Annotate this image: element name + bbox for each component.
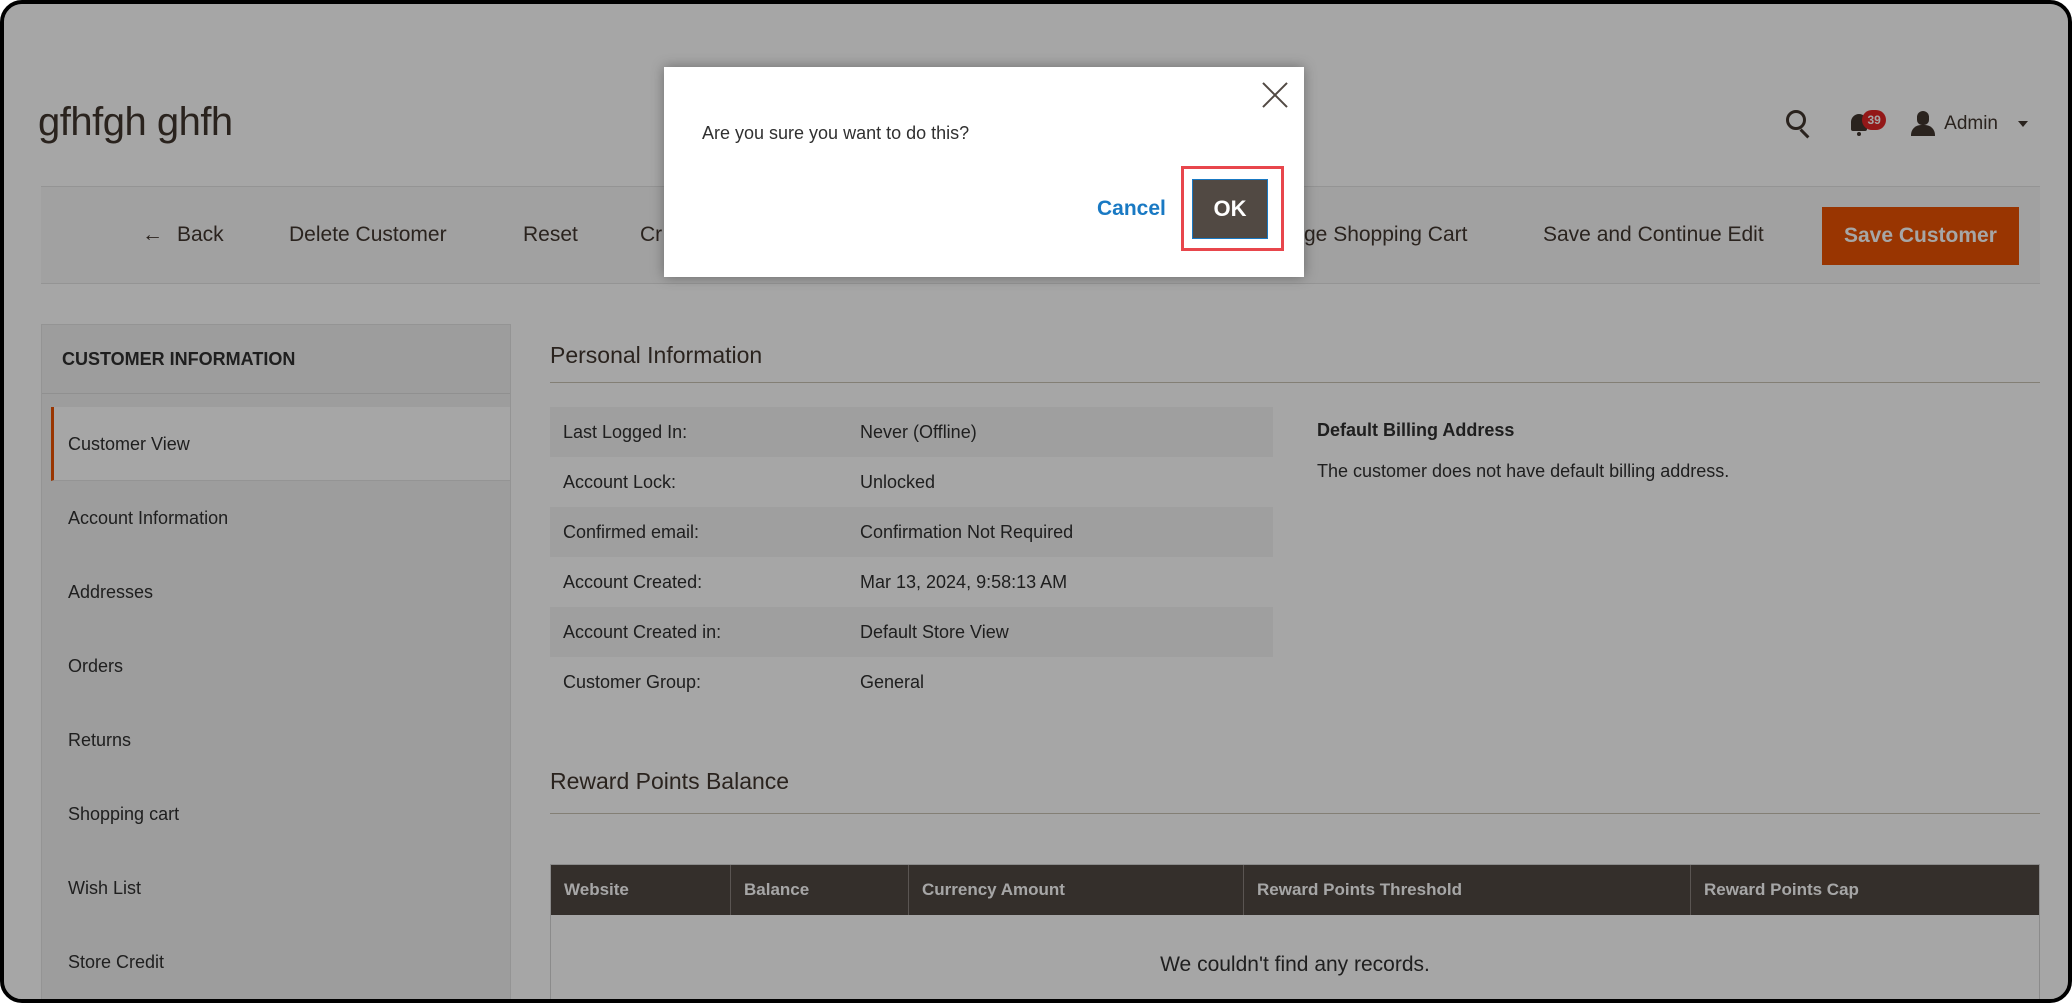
confirm-modal: Are you sure you want to do this? Cancel… [664,67,1304,277]
close-icon[interactable] [1258,77,1292,111]
ok-button[interactable]: OK [1192,179,1268,239]
browser-frame: gfhfgh ghfh 39 Admin ← Back Delete Custom… [0,0,2072,1003]
modal-message: Are you sure you want to do this? [702,123,970,143]
cancel-button[interactable]: Cancel [1097,197,1166,221]
